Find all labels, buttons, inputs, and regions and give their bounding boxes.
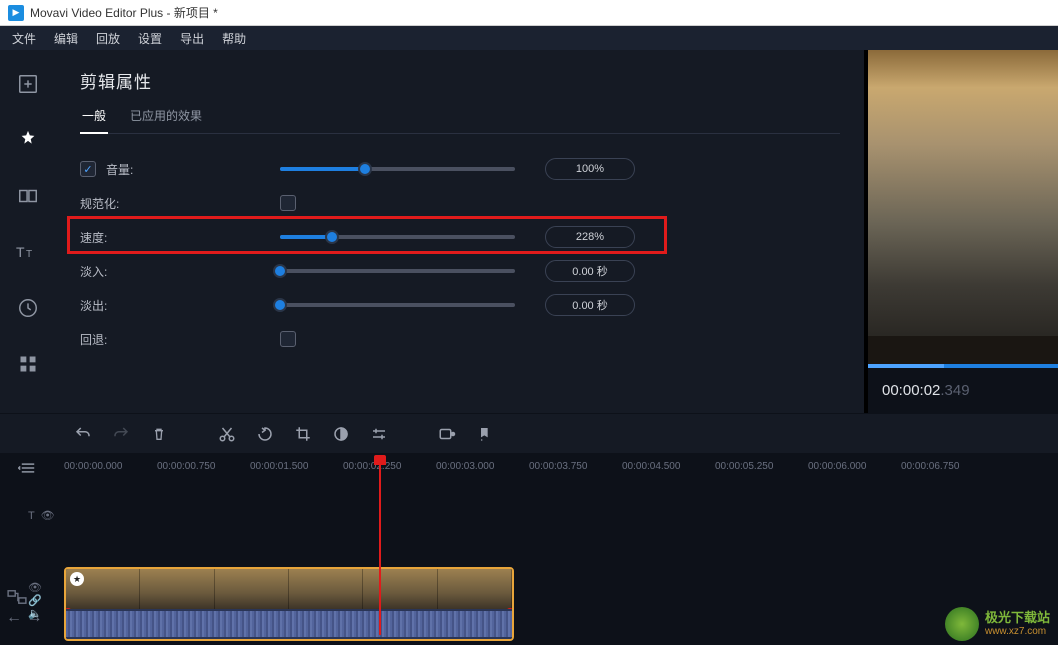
tab-general[interactable]: 一般 <box>80 107 108 134</box>
reverse-checkbox[interactable] <box>280 331 296 347</box>
menu-file[interactable]: 文件 <box>12 30 36 47</box>
preview-panel: 00:00:02.349 <box>864 50 1058 413</box>
menu-edit[interactable]: 编辑 <box>54 30 78 47</box>
rotate-button[interactable] <box>254 423 276 445</box>
watermark-logo-icon <box>945 607 979 641</box>
watermark: 极光下载站 www.xz7.com <box>945 607 1050 641</box>
speed-label: 速度: <box>80 229 107 246</box>
more-tools-icon[interactable] <box>14 350 42 378</box>
window-title: Movavi Video Editor Plus - 新项目 * <box>30 4 218 21</box>
track-nav-icon[interactable]: ← → <box>6 609 42 627</box>
row-volume: 音量: 100% <box>80 152 840 186</box>
row-reverse: 回退: <box>80 322 840 356</box>
fadein-value[interactable]: 0.00 秒 <box>545 260 635 282</box>
clip-properties-panel: 剪辑属性 一般 已应用的效果 音量: 100% 规范化: 速度: 228% 淡入… <box>56 50 864 413</box>
menu-settings[interactable]: 设置 <box>138 30 162 47</box>
row-normalize: 规范化: <box>80 186 840 220</box>
crop-button[interactable] <box>292 423 314 445</box>
timeline-ruler[interactable]: 00:00:00.00000:00:00.75000:00:01.50000:0… <box>64 461 1058 477</box>
left-toolbar: TT <box>0 50 56 413</box>
row-fadeout: 淡出: 0.00 秒 <box>80 288 840 322</box>
menu-playback[interactable]: 回放 <box>96 30 120 47</box>
row-fadein: 淡入: 0.00 秒 <box>80 254 840 288</box>
panel-title: 剪辑属性 <box>80 68 840 93</box>
clip-effect-badge[interactable]: ★ <box>70 572 84 586</box>
timeline-toolbar <box>0 413 1058 453</box>
filters-icon[interactable] <box>14 126 42 154</box>
speed-slider[interactable] <box>280 235 515 239</box>
preview-timecode: 00:00:02.349 <box>868 368 1058 413</box>
fadeout-value[interactable]: 0.00 秒 <box>545 294 635 316</box>
speed-value[interactable]: 228% <box>545 226 635 248</box>
volume-label: 音量: <box>106 161 133 178</box>
preview-canvas[interactable] <box>868 50 1058 364</box>
undo-button[interactable] <box>72 423 94 445</box>
menubar: 文件 编辑 回放 设置 导出 帮助 <box>0 26 1058 50</box>
adjust-button[interactable] <box>368 423 390 445</box>
fadein-slider[interactable] <box>280 269 515 273</box>
volume-checkbox[interactable] <box>80 161 96 177</box>
titles-icon[interactable]: TT <box>14 238 42 266</box>
fadeout-label: 淡出: <box>80 297 107 314</box>
color-button[interactable] <box>330 423 352 445</box>
tab-applied-effects[interactable]: 已应用的效果 <box>128 107 204 133</box>
timeline: 00:00:00.00000:00:00.75000:00:01.50000:0… <box>0 453 1058 645</box>
normalize-label: 规范化: <box>80 195 119 212</box>
watermark-name: 极光下载站 <box>985 611 1050 625</box>
property-tabs: 一般 已应用的效果 <box>80 107 840 134</box>
marker-button[interactable] <box>474 423 496 445</box>
import-icon[interactable] <box>14 70 42 98</box>
row-speed: 速度: 228% <box>80 220 840 254</box>
stickers-icon[interactable] <box>14 294 42 322</box>
titlebar: ▶ Movavi Video Editor Plus - 新项目 * <box>0 0 1058 26</box>
track-controls: T 👁 👁🔗🔈 <box>28 509 55 620</box>
redo-button[interactable] <box>110 423 132 445</box>
add-track-button[interactable] <box>18 461 38 475</box>
fadein-label: 淡入: <box>80 263 107 280</box>
cut-button[interactable] <box>216 423 238 445</box>
svg-text:T: T <box>26 249 32 260</box>
menu-export[interactable]: 导出 <box>180 30 204 47</box>
svg-text:T: T <box>16 244 25 260</box>
record-button[interactable] <box>436 423 458 445</box>
delete-button[interactable] <box>148 423 170 445</box>
volume-slider[interactable] <box>280 167 515 171</box>
fadeout-slider[interactable] <box>280 303 515 307</box>
watermark-url: www.xz7.com <box>985 626 1050 637</box>
menu-help[interactable]: 帮助 <box>222 30 246 47</box>
app-icon: ▶ <box>8 5 24 21</box>
playhead[interactable] <box>379 455 381 635</box>
transitions-icon[interactable] <box>14 182 42 210</box>
track-link-icon[interactable] <box>6 589 28 605</box>
volume-value[interactable]: 100% <box>545 158 635 180</box>
reverse-label: 回退: <box>80 331 107 348</box>
video-clip[interactable]: ★ ★ <box>64 567 514 641</box>
normalize-checkbox[interactable] <box>280 195 296 211</box>
